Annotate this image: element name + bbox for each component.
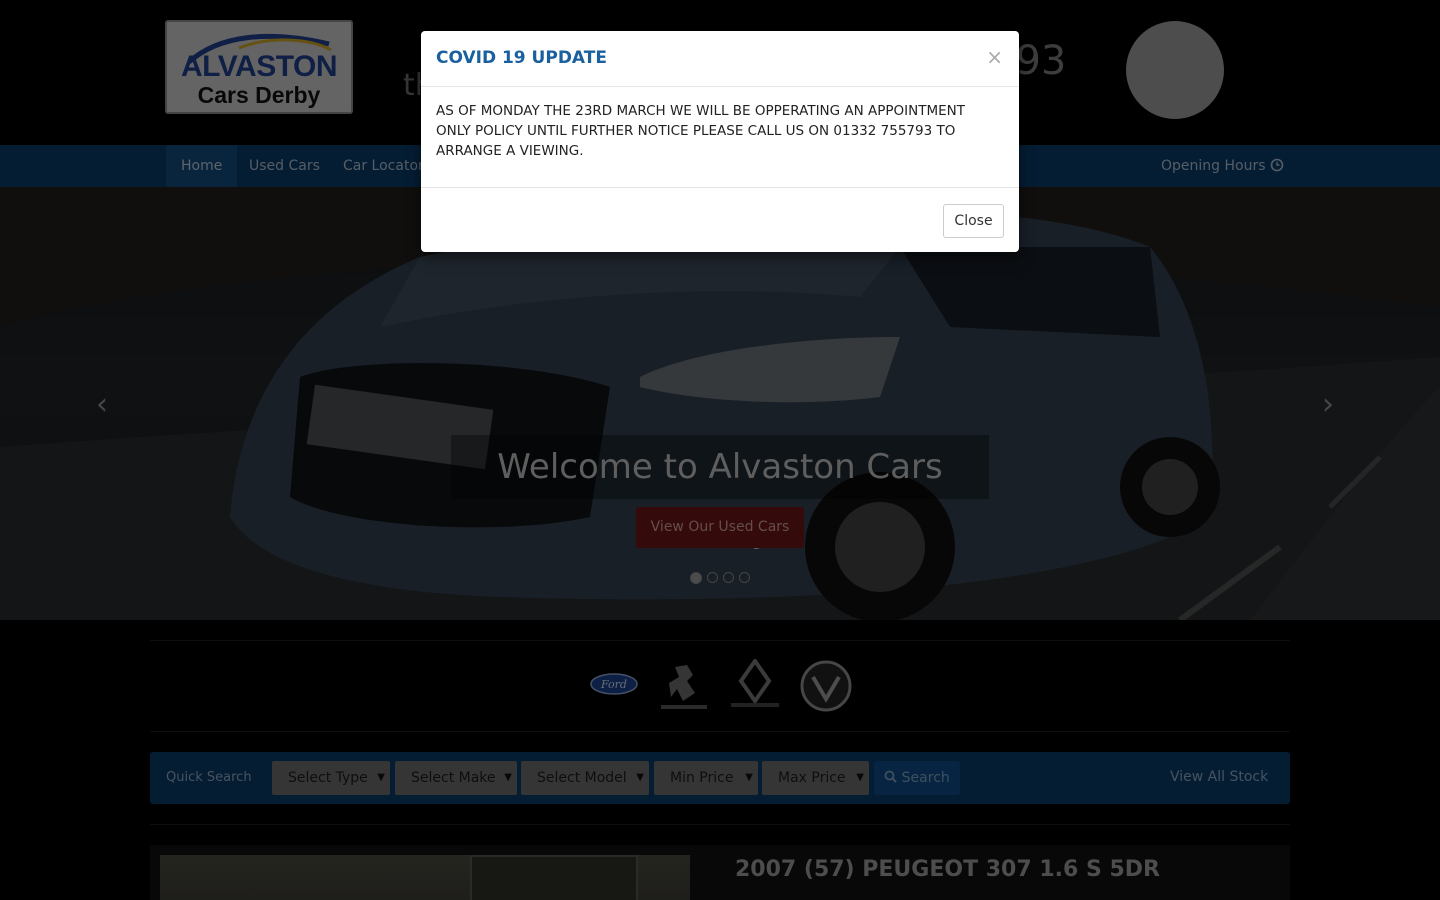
modal-footer: Close <box>421 187 1019 252</box>
modal-close-button[interactable]: Close <box>943 204 1004 238</box>
modal-header: COVID 19 UPDATE × <box>421 31 1019 87</box>
close-icon[interactable]: × <box>986 45 1003 69</box>
covid-modal: COVID 19 UPDATE × AS OF MONDAY THE 23RD … <box>421 31 1019 252</box>
modal-title: COVID 19 UPDATE <box>436 48 607 68</box>
modal-body: AS OF MONDAY THE 23RD MARCH WE WILL BE O… <box>436 103 966 159</box>
